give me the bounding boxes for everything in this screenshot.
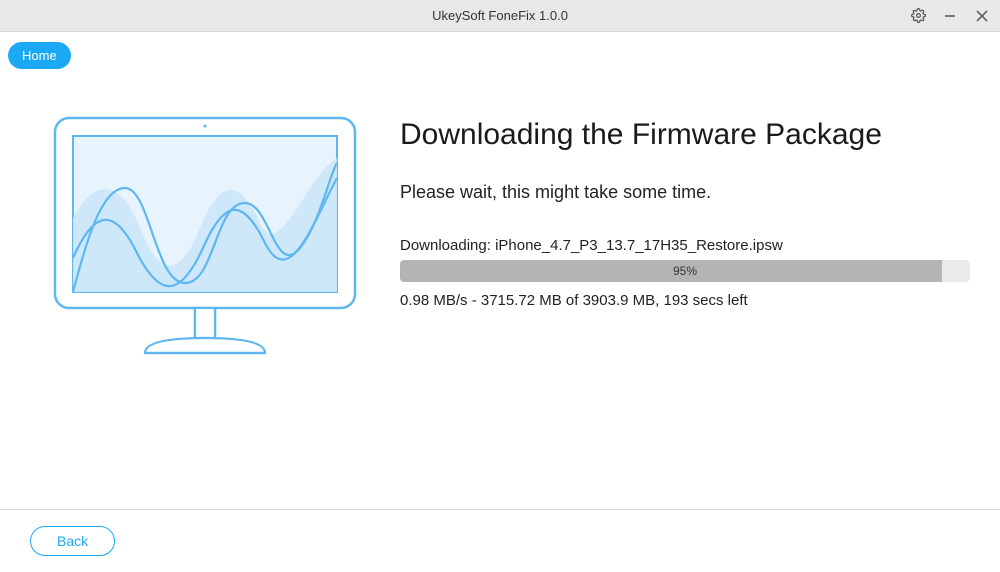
content-area: Home Do [0, 32, 1000, 510]
back-button[interactable]: Back [30, 526, 115, 556]
main-row: Downloading the Firmware Package Please … [0, 32, 1000, 368]
downloading-file-line: Downloading: iPhone_4.7_P3_13.7_17H35_Re… [400, 237, 970, 254]
download-stats: 0.98 MB/s - 3715.72 MB of 3903.9 MB, 193… [400, 292, 970, 309]
settings-icon[interactable] [908, 6, 928, 26]
titlebar-controls [908, 6, 992, 26]
titlebar: UkeySoft FoneFix 1.0.0 [0, 0, 1000, 32]
minimize-button[interactable] [940, 6, 960, 26]
progress-percent-label: 95% [400, 260, 970, 282]
wait-message: Please wait, this might take some time. [400, 182, 970, 203]
close-button[interactable] [972, 6, 992, 26]
progress-bar: 95% [400, 260, 970, 282]
firmware-filename: iPhone_4.7_P3_13.7_17H35_Restore.ipsw [495, 237, 783, 254]
home-tab[interactable]: Home [8, 42, 71, 69]
app-title: UkeySoft FoneFix 1.0.0 [0, 8, 1000, 23]
monitor-illustration [40, 108, 370, 368]
downloading-prefix: Downloading: [400, 237, 495, 254]
page-title: Downloading the Firmware Package [400, 118, 970, 152]
footer: Back [0, 510, 1000, 572]
download-panel: Downloading the Firmware Package Please … [400, 108, 970, 368]
